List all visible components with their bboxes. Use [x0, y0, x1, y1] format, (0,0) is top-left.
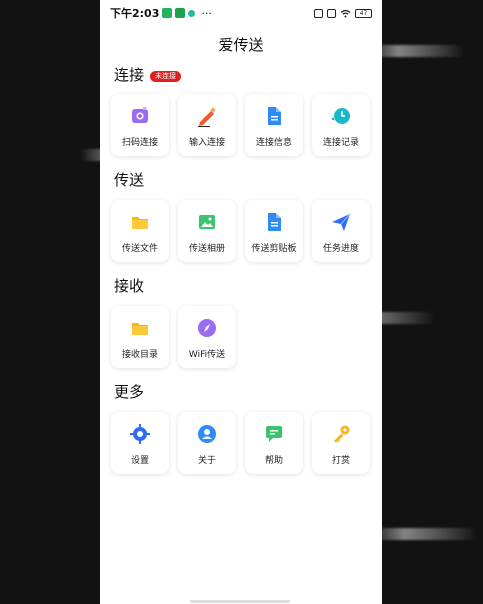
- input-connect-button[interactable]: 输入连接: [178, 94, 236, 156]
- scan-camera-icon: [129, 105, 151, 127]
- folder-icon: [129, 211, 151, 233]
- pencil-icon: [196, 105, 218, 127]
- home-indicator[interactable]: [190, 600, 290, 603]
- reward-button[interactable]: 打赏: [312, 412, 370, 474]
- section-title-text: 传送: [114, 171, 145, 189]
- section-title-receive: 接收: [114, 275, 144, 296]
- paper-plane-icon: [330, 211, 352, 233]
- more-grid: 设置 关于 帮助 打赏: [111, 412, 370, 474]
- connect-info-button[interactable]: 连接信息: [245, 94, 303, 156]
- send-clipboard-button[interactable]: 传送剪贴板: [245, 200, 303, 262]
- photo-icon: [196, 211, 218, 233]
- card-label: 传送文件: [121, 244, 158, 254]
- more-notifications-indicator: ···: [201, 6, 212, 20]
- sim-icon: [327, 8, 336, 18]
- user-icon: [196, 423, 218, 445]
- status-bar: 下午2:03 ··· 47: [100, 0, 382, 26]
- page-title: 爱传送: [218, 36, 264, 54]
- receive-directory-button[interactable]: 接收目录: [111, 306, 169, 368]
- status-time: 下午2:03: [110, 7, 160, 20]
- folder-icon: [129, 317, 151, 339]
- key-icon: [330, 423, 352, 445]
- about-button[interactable]: 关于: [178, 412, 236, 474]
- clock-icon: [330, 105, 352, 127]
- scan-connect-button[interactable]: 扫码连接: [111, 94, 169, 156]
- help-button[interactable]: 帮助: [245, 412, 303, 474]
- card-label: 任务进度: [322, 244, 359, 254]
- send-grid: 传送文件 传送相册 传送剪贴板 任务进度: [111, 200, 370, 262]
- wifi-icon: [340, 9, 351, 17]
- phone-screen: 下午2:03 ··· 47 爱传送 连接 未连接 扫码连接 输入连接 连接信息 …: [100, 0, 382, 604]
- redacted-blur: [368, 528, 478, 540]
- send-file-button[interactable]: 传送文件: [111, 200, 169, 262]
- nfc-icon: [314, 8, 323, 18]
- card-label: 打赏: [331, 456, 350, 466]
- card-label: 连接信息: [255, 138, 292, 148]
- task-progress-button[interactable]: 任务进度: [312, 200, 370, 262]
- card-label: 扫码连接: [121, 138, 158, 148]
- right-dark-margin: [382, 0, 483, 604]
- card-label: WiFi传送: [188, 350, 226, 360]
- left-dark-margin: [0, 0, 100, 604]
- battery-icon: 47: [355, 8, 372, 18]
- document-icon: [263, 105, 285, 127]
- section-title-text: 接收: [114, 277, 145, 295]
- section-title-more: 更多: [114, 381, 144, 402]
- connect-history-button[interactable]: 连接记录: [312, 94, 370, 156]
- clipboard-doc-icon: [263, 211, 285, 233]
- status-badge: 未连接: [150, 71, 182, 82]
- card-label: 连接记录: [322, 138, 359, 148]
- notification-teal-icon: [188, 9, 196, 17]
- connect-grid: 扫码连接 输入连接 连接信息 连接记录: [111, 94, 370, 156]
- card-label: 设置: [130, 456, 149, 466]
- card-label: 关于: [197, 456, 216, 466]
- receive-grid: 接收目录 WiFi传送: [111, 306, 236, 368]
- chat-icon: [263, 423, 285, 445]
- card-label: 传送相册: [188, 244, 225, 254]
- section-title-connect: 连接 未连接: [114, 64, 182, 85]
- settings-button[interactable]: 设置: [111, 412, 169, 474]
- wifi-transfer-button[interactable]: WiFi传送: [178, 306, 236, 368]
- card-label: 传送剪贴板: [251, 244, 297, 254]
- status-right-icons: 47: [314, 8, 372, 18]
- card-label: 帮助: [264, 456, 283, 466]
- section-title-text: 更多: [114, 383, 145, 401]
- compass-icon: [196, 317, 218, 339]
- notification-green-icon: [162, 8, 173, 18]
- section-title-text: 连接: [114, 66, 145, 84]
- notification-green-icon: [175, 8, 186, 18]
- card-label: 输入连接: [188, 138, 225, 148]
- send-album-button[interactable]: 传送相册: [178, 200, 236, 262]
- card-label: 接收目录: [121, 350, 158, 360]
- section-title-send: 传送: [114, 169, 144, 190]
- gear-icon: [129, 423, 151, 445]
